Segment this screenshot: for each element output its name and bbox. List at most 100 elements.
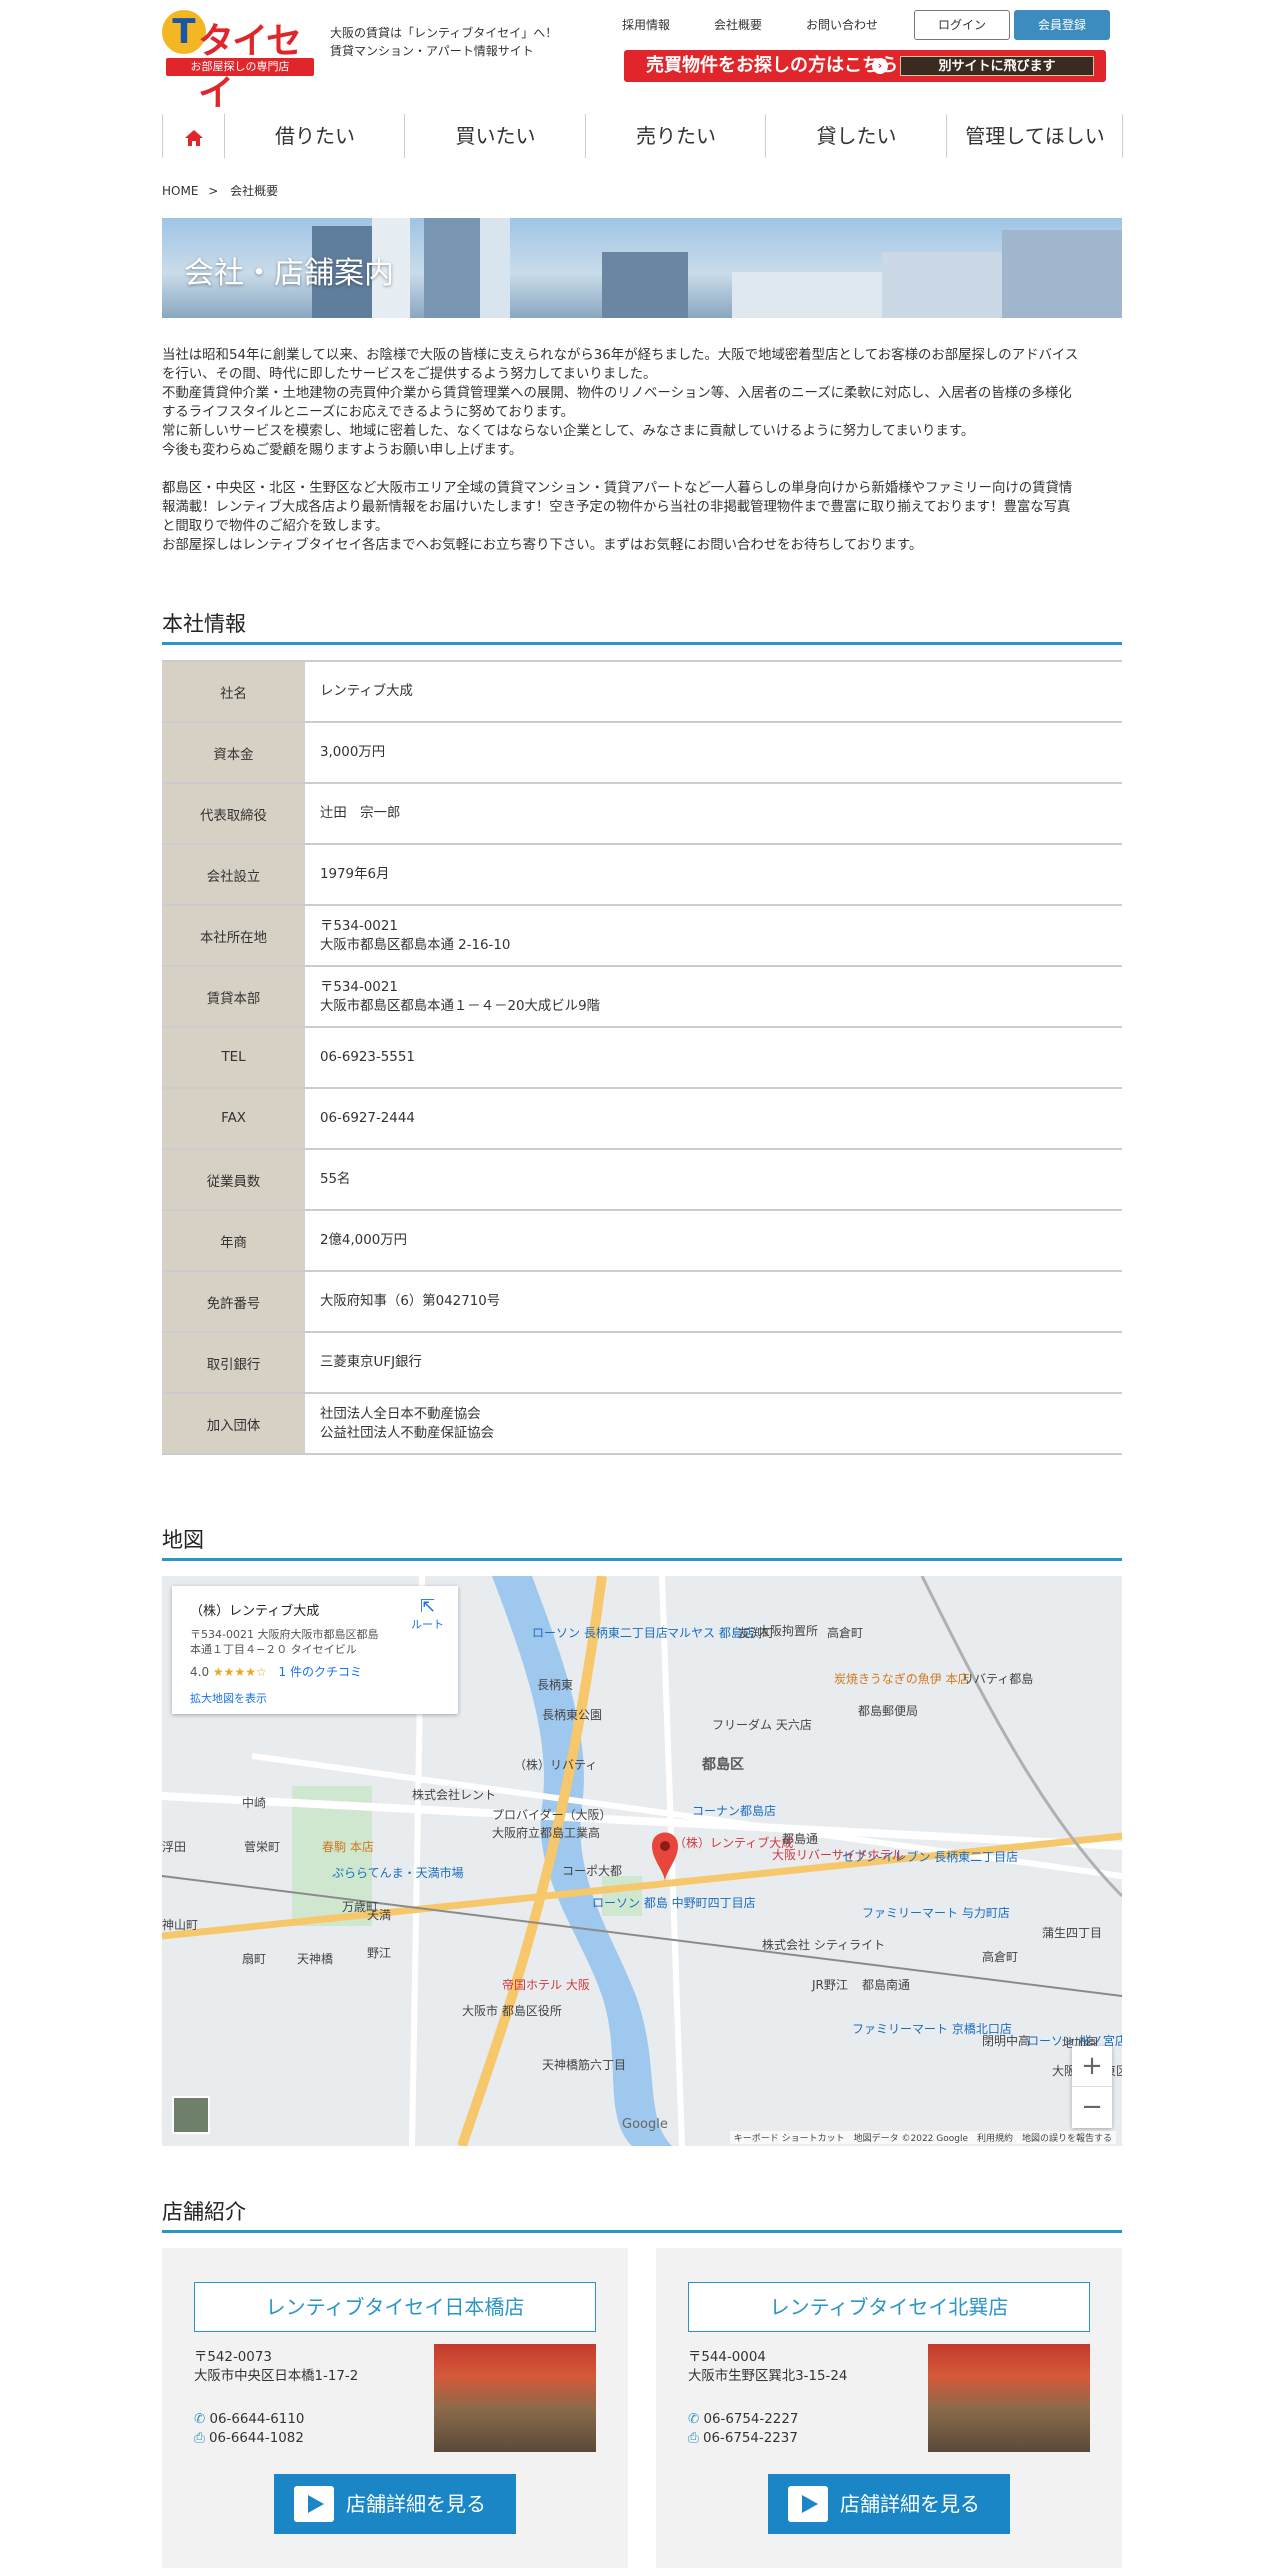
map-attribution[interactable]: キーボード ショートカット 地図データ ©2022 Google 利用規約 地図… [729,2131,1116,2144]
banner-text: 売買物件をお探しの方はこちら [646,55,898,76]
map-label[interactable]: 長柄東 [537,1676,573,1693]
row-value: レンティブ大成 [320,662,413,721]
map-label[interactable]: 株式会社レント [412,1786,496,1803]
logo-subtitle: お部屋探しの専門店 [166,58,314,76]
zoom-in-button[interactable]: + [1072,2046,1112,2087]
map-label[interactable]: 大阪府立都島工業高 [492,1824,600,1841]
value-line: 三菱東京UFJ銀行 [320,1355,422,1370]
shop-name[interactable]: レンティブタイセイ日本橋店 [194,2282,596,2332]
map-label[interactable]: 浮田 [162,1838,186,1855]
map-label[interactable]: JR野江 [812,1976,848,1993]
login-button[interactable]: ログイン [914,10,1010,40]
map-label[interactable]: ローソン 長柄東二丁目店 [532,1624,668,1641]
google-map[interactable]: （株）レンティブ大成 都島区 セブン-イレブン 長柄東二丁目店 ローソン 長柄東二丁目… [162,1576,1122,2146]
nav-item-sell[interactable]: 売りたい [587,114,766,158]
map-label[interactable]: 天満 [367,1906,391,1923]
map-label[interactable]: 扇町 [242,1950,266,1967]
shop-tel[interactable]: 06-6644-6110 [210,2412,305,2427]
contact-link[interactable]: お問い合わせ [806,16,878,33]
map-label[interactable]: 都島通 [782,1830,818,1847]
table-row: 会社設立 1979年6月 [162,845,1122,906]
map-label[interactable]: 菅栄町 [244,1838,280,1855]
table-row: 賃貸本部 〒534-0021 大阪市都島区都島本通１－４－20大成ビル9階 [162,967,1122,1028]
sales-banner[interactable]: 売買物件をお探しの方はこちら › 別サイトに飛びます [624,50,1106,82]
map-label[interactable]: 帝国ホテル 大阪 [502,1976,590,1993]
directions-button[interactable]: ⇱ ルート [411,1598,444,1632]
phone-icon: ✆ [194,2412,206,2427]
global-nav: 借りたい 買いたい 売りたい 貸したい 管理してほしい [162,114,1123,158]
nav-item-manage[interactable]: 管理してほしい [948,114,1123,158]
map-label[interactable]: コーポ大都 [562,1862,622,1879]
nav-item-buy[interactable]: 買いたい [406,114,586,158]
map-label[interactable]: 天神橋 [297,1950,333,1967]
value-line: 06-6927-2444 [320,1111,415,1126]
reviews-link[interactable]: 1 件のクチコミ [279,1665,362,1679]
shop-street: 大阪市中央区日本橋1-17-2 [194,2369,359,2384]
site-header: T タイセイ お部屋探しの専門店 大阪の賃貸は「レンティブタイセイ」へ！ 賃貸マ… [162,0,1122,114]
value-line: 06-6923-5551 [320,1050,415,1065]
shop-contact: ✆ 06-6754-2227 ⎙ 06-6754-2237 [688,2410,798,2448]
map-label[interactable]: 高倉町 [827,1624,863,1641]
map-label[interactable]: 中崎 [242,1794,266,1811]
nav-item-rent[interactable]: 借りたい [226,114,405,158]
map-label[interactable]: 天神橋筋六丁目 [542,2056,626,2073]
map-label[interactable]: フリーダム 天六店 [712,1716,812,1733]
phone-icon: ✆ [688,2412,700,2427]
intro-text: 当社は昭和54年に創業して以来、お陰様で大阪の皆様に支えられながら36年が経ちま… [162,346,1122,574]
directions-label: ルート [411,1618,444,1631]
map-label[interactable]: 神山町 [162,1916,198,1933]
map-label[interactable]: 長柄東公園 [542,1706,602,1723]
zoom-out-button[interactable]: − [1072,2087,1112,2128]
map-label[interactable]: 都島区 [702,1754,744,1774]
hero-banner: 会社・店舗案内 [162,218,1122,318]
map-label[interactable]: 大阪リバーサイドホテル [772,1846,904,1863]
intro-line: と間取りで物件のご紹介を致します。 [162,519,389,534]
member-register-button[interactable]: 会員登録 [1014,10,1110,40]
map-label[interactable]: 春駒 本店 [322,1838,374,1855]
shop-photo [434,2344,596,2452]
map-label[interactable]: ぷららてんま・天満市場 [332,1864,464,1881]
company-link[interactable]: 会社概要 [714,16,762,33]
value-line: 辻田 宗一郎 [320,806,401,821]
map-label[interactable]: 炭焼きうなぎの魚伊 本店 [834,1670,970,1687]
map-label[interactable]: 大阪拘置所 [758,1622,818,1639]
enlarge-map-link[interactable]: 拡大地図を表示 [190,1690,440,1706]
row-label: 社名 [162,662,305,721]
recruit-link[interactable]: 採用情報 [622,16,670,33]
shop-detail-button[interactable]: 店舗詳細を見る [274,2474,516,2534]
map-label[interactable]: 株式会社 シティライト [762,1936,885,1953]
table-row: 従業員数 55名 [162,1150,1122,1211]
map-label[interactable]: 蒲生四丁目 [1042,1924,1102,1941]
map-label[interactable]: 野江 [367,1944,391,1961]
google-logo: Google [622,2117,668,2132]
breadcrumb-home[interactable]: HOME [162,184,198,198]
shop-tel[interactable]: 06-6754-2227 [704,2412,799,2427]
shop-detail-button[interactable]: 店舗詳細を見る [768,2474,1010,2534]
table-row: 加入団体 社団法人全日本不動産協会 公益社団法人不動産保証協会 [162,1394,1122,1455]
row-label: 免許番号 [162,1272,305,1331]
map-label[interactable]: 都島郵便局 [858,1702,918,1719]
map-label[interactable]: ローソン 都島 中野町四丁目店 [592,1894,756,1911]
nav-home[interactable] [163,114,225,158]
map-label[interactable]: （株）リバティ [514,1756,597,1773]
nav-item-lease[interactable]: 貸したい [767,114,947,158]
shop-contact: ✆ 06-6644-6110 ⎙ 06-6644-1082 [194,2410,304,2448]
external-site-button[interactable]: 別サイトに飛びます [900,56,1094,76]
row-value: 3,000万円 [320,723,385,782]
map-label[interactable]: プロバイダー（大阪） [492,1806,612,1823]
map-section: 地図 [162,1524,1122,1561]
company-section: 本社情報 [162,608,1122,645]
map-label[interactable]: 高倉町 [982,1948,1018,1965]
map-label[interactable]: ファミリーマート 与力町店 [862,1904,1010,1921]
intro-paragraph-2: 都島区・中央区・北区・生野区など大阪市エリア全域の賃貸マンション・賃貸アパートな… [162,479,1122,555]
map-satellite-toggle[interactable] [172,2096,210,2134]
map-label[interactable]: リバティ都島 [962,1670,1033,1687]
map-label[interactable]: 大阪市 都島区役所 [462,2002,562,2019]
intro-paragraph-1: 当社は昭和54年に創業して以来、お陰様で大阪の皆様に支えられながら36年が経ちま… [162,346,1122,460]
shop-name[interactable]: レンティブタイセイ北巽店 [688,2282,1090,2332]
site-logo[interactable]: T タイセイ お部屋探しの専門店 [162,10,314,114]
map-label[interactable]: コーナン都島店 [692,1802,776,1819]
row-label: 取引銀行 [162,1333,305,1392]
map-label[interactable]: ファミリーマート 京橋北口店 [852,2020,1012,2037]
map-label[interactable]: 都島南通 [862,1976,910,1993]
